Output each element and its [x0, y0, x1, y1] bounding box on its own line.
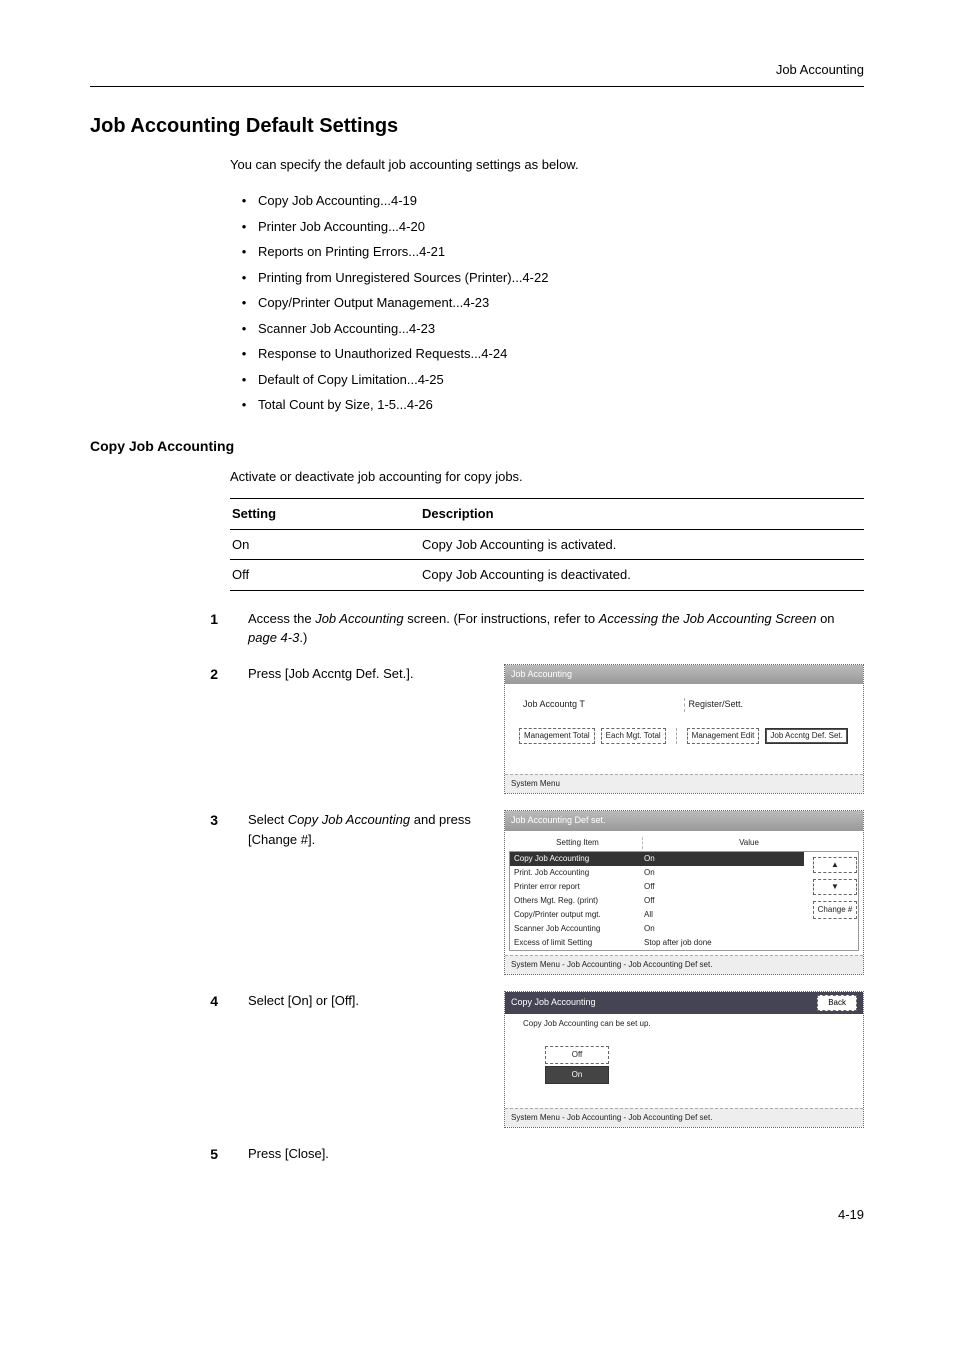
step-number: 2 — [210, 666, 218, 682]
col-header: Value — [643, 837, 855, 849]
page-number: 4-19 — [90, 1205, 864, 1225]
panel-subtitle: Copy Job Accounting can be set up. — [505, 1014, 863, 1046]
panel-label: Job Accountg T — [523, 698, 680, 712]
list-item: Default of Copy Limitation...4-25 — [230, 367, 864, 393]
mgmt-total-button[interactable]: Management Total — [519, 728, 595, 745]
step-2: 2 Press [Job Accntg Def. Set.]. Job Acco… — [90, 664, 864, 795]
change-button[interactable]: Change # — [813, 901, 857, 919]
panel-job-accounting: Job Accounting Job Accountg T Register/S… — [504, 664, 864, 795]
cell-setting: On — [230, 529, 420, 560]
cell-desc: Copy Job Accounting is activated. — [420, 529, 864, 560]
list-item: Copy/Printer Output Management...4-23 — [230, 290, 864, 316]
panel-title: Copy Job Accounting — [511, 996, 596, 1010]
step-number: 4 — [210, 993, 218, 1009]
table-row: Off Copy Job Accounting is deactivated. — [230, 560, 864, 591]
list-item[interactable]: Print. Job AccountingOn — [510, 866, 804, 880]
col-header: Setting Item — [513, 837, 643, 849]
step-text: Access the Job Accounting screen. (For i… — [248, 609, 864, 648]
panel-def-set-list: Job Accounting Def set. Setting Item Val… — [504, 810, 864, 975]
list-item: Reports on Printing Errors...4-21 — [230, 239, 864, 265]
job-accntg-def-set-button[interactable]: Job Accntg Def. Set. — [765, 728, 847, 745]
step-1: 1 Access the Job Accounting screen. (For… — [90, 609, 864, 648]
step-number: 5 — [210, 1146, 218, 1162]
table-row: On Copy Job Accounting is activated. — [230, 529, 864, 560]
list-item: Printer Job Accounting...4-20 — [230, 214, 864, 240]
list-item: Scanner Job Accounting...4-23 — [230, 316, 864, 342]
list-item: Total Count by Size, 1-5...4-26 — [230, 392, 864, 418]
doc-header: Job Accounting — [90, 60, 864, 86]
step-number: 1 — [210, 611, 218, 627]
each-mgmt-total-button[interactable]: Each Mgt. Total — [601, 728, 666, 745]
toc-list: Copy Job Accounting...4-19 Printer Job A… — [230, 188, 864, 418]
th-setting: Setting — [230, 499, 420, 530]
scroll-down-button[interactable]: ▼ — [813, 879, 857, 895]
page-title: Job Accounting Default Settings — [90, 111, 864, 141]
list-item[interactable]: Copy Job AccountingOn — [510, 852, 804, 866]
list-item: Printing from Unregistered Sources (Prin… — [230, 265, 864, 291]
step-4: 4 Select [On] or [Off]. Copy Job Account… — [90, 991, 864, 1128]
section-intro: Activate or deactivate job accounting fo… — [230, 467, 864, 487]
step-text: Press [Job Accntg Def. Set.]. — [248, 664, 484, 684]
list-item[interactable]: Excess of limit SettingStop after job do… — [510, 936, 804, 950]
header-rule — [90, 86, 864, 87]
panel-title: Job Accounting Def set. — [505, 811, 863, 831]
intro-text: You can specify the default job accounti… — [230, 155, 864, 175]
section-heading: Copy Job Accounting — [90, 436, 864, 457]
step-text: Select [On] or [Off]. — [248, 991, 484, 1011]
panel-title: Job Accounting — [505, 665, 863, 685]
settings-table: Setting Description On Copy Job Accounti… — [230, 498, 864, 591]
on-button[interactable]: On — [545, 1066, 609, 1084]
list-item[interactable]: Others Mgt. Reg. (print)Off — [510, 894, 804, 908]
back-button[interactable]: Back — [817, 995, 857, 1011]
list-item[interactable]: Printer error reportOff — [510, 880, 804, 894]
step-number: 3 — [210, 812, 218, 828]
step-text: Press [Close]. — [248, 1144, 864, 1164]
panel-footer: System Menu - Job Accounting - Job Accou… — [505, 1108, 863, 1127]
step-text: Select Copy Job Accounting and press [Ch… — [248, 810, 484, 849]
panel-label: Register/Sett. — [689, 698, 846, 712]
cell-desc: Copy Job Accounting is deactivated. — [420, 560, 864, 591]
scroll-up-button[interactable]: ▲ — [813, 857, 857, 873]
cell-setting: Off — [230, 560, 420, 591]
panel-footer: System Menu — [505, 774, 863, 793]
mgmt-edit-button[interactable]: Management Edit — [687, 728, 760, 745]
list-item[interactable]: Copy/Printer output mgt.All — [510, 908, 804, 922]
step-3: 3 Select Copy Job Accounting and press [… — [90, 810, 864, 975]
panel-copy-job-accounting: Copy Job Accounting Back Copy Job Accoun… — [504, 991, 864, 1128]
panel-footer: System Menu - Job Accounting - Job Accou… — [505, 955, 863, 974]
step-5: 5 Press [Close]. — [90, 1144, 864, 1165]
th-description: Description — [420, 499, 864, 530]
list-item[interactable]: Scanner Job AccountingOn — [510, 922, 804, 936]
list-item: Copy Job Accounting...4-19 — [230, 188, 864, 214]
off-button[interactable]: Off — [545, 1046, 609, 1064]
list-item: Response to Unauthorized Requests...4-24 — [230, 341, 864, 367]
